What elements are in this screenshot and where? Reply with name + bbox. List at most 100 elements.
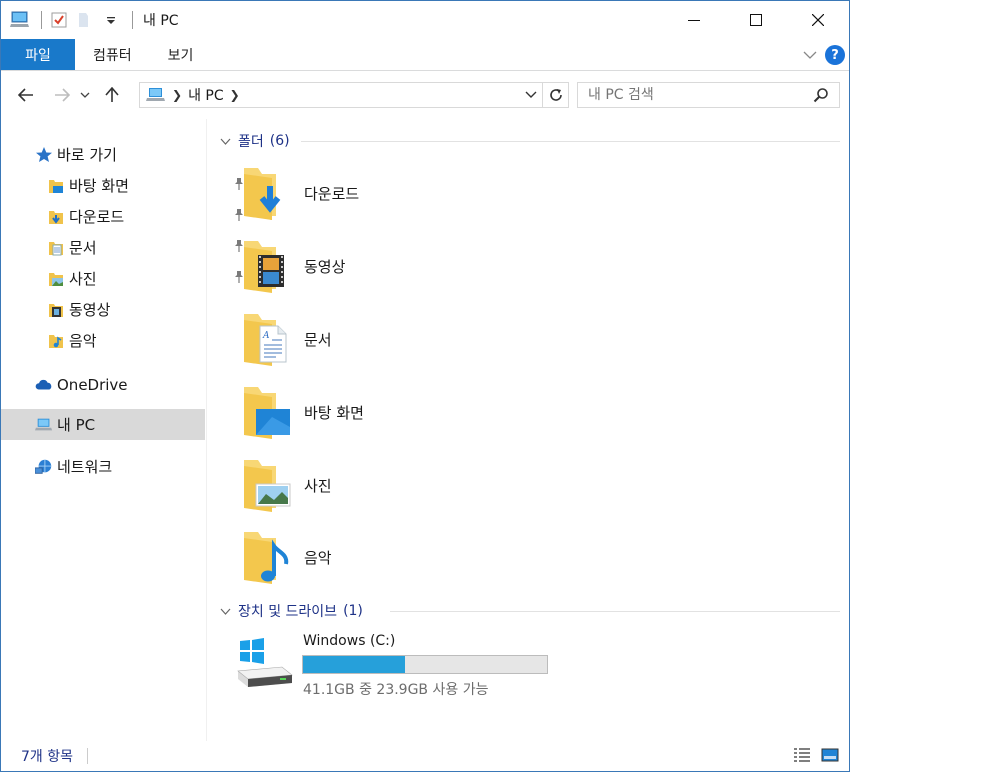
music-folder-icon bbox=[47, 332, 65, 350]
large-icons-view-button[interactable] bbox=[821, 747, 839, 767]
group-divider bbox=[301, 141, 840, 142]
window-controls bbox=[663, 1, 849, 39]
drive-usage-fill bbox=[303, 656, 406, 673]
folder-name: 바탕 화면 bbox=[304, 404, 364, 422]
search-input[interactable] bbox=[588, 87, 798, 103]
properties-icon[interactable] bbox=[48, 9, 70, 31]
sidebar-item-label: 바탕 화면 bbox=[69, 177, 129, 195]
breadcrumb-this-pc[interactable]: 내 PC bbox=[188, 85, 224, 105]
recent-locations-button[interactable] bbox=[77, 80, 93, 110]
sidebar-item-label: 사진 bbox=[69, 270, 97, 288]
up-button[interactable] bbox=[97, 80, 127, 110]
sidebar-item-music[interactable]: 음악 bbox=[47, 325, 207, 356]
help-button[interactable]: ? bbox=[825, 45, 845, 65]
sidebar-item-label: 네트워크 bbox=[57, 458, 113, 476]
folder-tile-desktop[interactable]: 바탕 화면 bbox=[242, 380, 542, 442]
folder-name: 사진 bbox=[304, 477, 332, 495]
folder-tile-videos[interactable]: 동영상 bbox=[242, 234, 542, 296]
folder-tile-downloads[interactable]: 다운로드 bbox=[242, 161, 542, 223]
ribbon-tabs: 파일 컴퓨터 보기 ? bbox=[1, 39, 849, 71]
search-icon[interactable] bbox=[813, 87, 829, 107]
address-bar[interactable]: ❯ 내 PC ❯ bbox=[139, 82, 569, 108]
folder-name: 음악 bbox=[304, 549, 332, 567]
arrow-left-icon bbox=[18, 88, 33, 102]
music-folder-icon bbox=[244, 532, 289, 584]
sidebar-item-label: 동영상 bbox=[69, 301, 111, 319]
address-pc-icon bbox=[146, 87, 166, 103]
arrow-up-icon bbox=[105, 87, 119, 102]
group-count: (6) bbox=[269, 133, 290, 149]
folder-tile-pictures[interactable]: 사진 bbox=[242, 453, 542, 515]
minimize-button[interactable] bbox=[663, 1, 725, 39]
navigation-pane: 바로 가기 바탕 화면 다운로드 문서 사진 동영상 음악 OneDrive 내… bbox=[1, 119, 243, 741]
sidebar-item-downloads[interactable]: 다운로드 bbox=[47, 201, 243, 232]
group-divider bbox=[390, 611, 840, 612]
refresh-button[interactable] bbox=[542, 83, 568, 107]
sidebar-item-pictures[interactable]: 사진 bbox=[47, 263, 243, 294]
sidebar-item-label: 내 PC bbox=[57, 416, 96, 434]
sidebar-item-network[interactable]: 네트워크 bbox=[35, 451, 205, 482]
navigation-bar: ❯ 내 PC ❯ bbox=[1, 71, 849, 119]
close-button[interactable] bbox=[787, 1, 849, 39]
sidebar-item-videos[interactable]: 동영상 bbox=[47, 294, 207, 325]
chevron-down-icon bbox=[220, 138, 232, 145]
chevron-down-icon bbox=[80, 92, 90, 98]
drive-free-space: 41.1GB 중 23.9GB 사용 가능 bbox=[303, 682, 489, 698]
desktop-folder-icon bbox=[47, 177, 65, 195]
drive-tile-c[interactable]: Windows (C:) 41.1GB 중 23.9GB 사용 가능 bbox=[234, 629, 564, 699]
sidebar-item-label: OneDrive bbox=[57, 375, 128, 394]
documents-folder-icon: A bbox=[244, 314, 287, 366]
title-bar: 내 PC bbox=[1, 1, 849, 39]
tab-view[interactable]: 보기 bbox=[150, 39, 212, 70]
drive-usage-bar bbox=[302, 655, 548, 674]
forward-button[interactable] bbox=[47, 80, 77, 110]
large-icons-view-icon bbox=[821, 748, 839, 762]
pictures-folder-icon bbox=[244, 460, 291, 512]
sidebar-item-documents[interactable]: 문서 bbox=[47, 232, 243, 263]
explorer-window: 내 PC 파일 컴퓨터 보기 ? ❯ 내 PC ❯ 내 PC 검색 바로 가기 … bbox=[0, 0, 850, 772]
folder-tile-music[interactable]: 음악 bbox=[242, 525, 542, 587]
expand-ribbon-chevron-icon[interactable] bbox=[803, 47, 817, 63]
search-box[interactable] bbox=[577, 82, 840, 108]
back-button[interactable] bbox=[11, 80, 41, 110]
downloads-folder-icon bbox=[244, 168, 281, 220]
sidebar-item-onedrive[interactable]: OneDrive bbox=[35, 369, 205, 400]
videos-folder-icon bbox=[47, 301, 65, 319]
arrow-right-icon bbox=[55, 88, 70, 102]
group-count: (1) bbox=[343, 603, 363, 619]
downloads-folder-icon bbox=[47, 208, 65, 226]
toolbar-divider bbox=[41, 11, 42, 29]
status-bar: 7개 항목 bbox=[1, 741, 849, 771]
folder-tile-documents[interactable]: A 문서 bbox=[242, 307, 542, 369]
address-history-dropdown[interactable] bbox=[520, 83, 542, 107]
svg-text:A: A bbox=[262, 331, 270, 341]
chevron-down-icon bbox=[525, 91, 537, 98]
address-controls bbox=[520, 83, 568, 107]
customize-qat-dropdown-icon[interactable] bbox=[100, 9, 122, 31]
group-header-devices[interactable]: 장치 및 드라이브 (1) bbox=[220, 600, 840, 622]
folder-name: 문서 bbox=[304, 331, 332, 349]
details-view-icon bbox=[794, 748, 810, 762]
group-title: 장치 및 드라이브 bbox=[238, 604, 338, 620]
sidebar-item-this-pc[interactable]: 내 PC bbox=[1, 409, 205, 440]
sidebar-item-desktop[interactable]: 바탕 화면 bbox=[47, 170, 243, 201]
group-header-folders[interactable]: 폴더 (6) bbox=[220, 130, 840, 152]
folder-name: 동영상 bbox=[304, 258, 346, 276]
new-folder-icon[interactable] bbox=[74, 9, 96, 31]
this-pc-icon[interactable] bbox=[9, 9, 31, 31]
tab-file[interactable]: 파일 bbox=[1, 39, 75, 70]
sidebar-item-label: 바로 가기 bbox=[57, 146, 117, 164]
drive-name: Windows (C:) bbox=[303, 633, 396, 649]
network-icon bbox=[35, 458, 53, 476]
ribbon-right-controls: ? bbox=[803, 39, 845, 71]
status-divider bbox=[87, 748, 88, 764]
details-view-button[interactable] bbox=[793, 747, 811, 767]
tab-computer[interactable]: 컴퓨터 bbox=[75, 39, 150, 70]
videos-folder-icon bbox=[244, 241, 284, 293]
sidebar-item-quick-access[interactable]: 바로 가기 bbox=[35, 139, 205, 170]
maximize-button[interactable] bbox=[725, 1, 787, 39]
breadcrumb-chevron-icon[interactable]: ❯ bbox=[230, 88, 240, 102]
documents-folder-icon bbox=[47, 239, 65, 257]
breadcrumb-chevron-icon[interactable]: ❯ bbox=[172, 88, 182, 102]
quick-access-toolbar: 내 PC bbox=[1, 1, 179, 39]
